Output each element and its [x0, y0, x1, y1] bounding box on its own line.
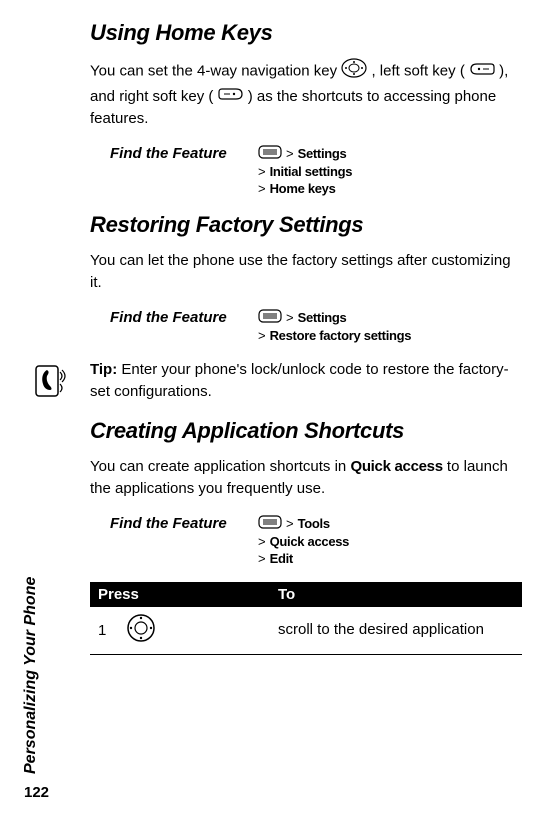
path-item: Quick access: [270, 534, 350, 549]
path-item: Restore factory settings: [270, 328, 412, 343]
path-item: Initial settings: [270, 164, 353, 179]
paragraph: You can create application shortcuts in …: [90, 456, 522, 501]
menu-key-icon: [258, 309, 282, 326]
gt-symbol: >: [258, 181, 266, 196]
path-item: Settings: [298, 146, 347, 161]
find-feature-label: Find the Feature: [90, 145, 240, 162]
paragraph: You can let the phone use the factory se…: [90, 250, 522, 295]
vibrate-icon: [30, 362, 68, 405]
left-softkey-icon: [469, 61, 495, 84]
heading-restoring-factory: Restoring Factory Settings: [90, 212, 522, 238]
find-feature-row: Find the Feature > Settings > Initial se…: [90, 145, 522, 198]
nav-key-icon: [341, 58, 367, 86]
text: You can create application shortcuts in: [90, 458, 350, 475]
text: You can set the 4-way navigation key: [90, 63, 341, 80]
paragraph: You can set the 4-way navigation key , l…: [90, 58, 522, 131]
text: , left soft key (: [371, 63, 469, 80]
table-row: 1 scroll to the desired application: [90, 607, 522, 655]
th-to: To: [278, 586, 514, 603]
menu-key-icon: [258, 145, 282, 162]
feature-path: > Settings > Restore factory settings: [258, 309, 522, 345]
text-quick-access: Quick access: [350, 458, 442, 475]
heading-creating-shortcuts: Creating Application Shortcuts: [90, 418, 522, 444]
tip-text: Enter your phone's lock/unlock code to r…: [90, 361, 509, 401]
feature-path: > Settings > Initial settings > Home key…: [258, 145, 522, 198]
step-press-icon: [126, 613, 278, 648]
tip-paragraph: Tip: Enter your phone's lock/unlock code…: [90, 359, 522, 404]
gt-symbol: >: [258, 534, 266, 549]
step-description: scroll to the desired application: [278, 620, 514, 640]
page-number: 122: [24, 784, 49, 801]
step-number: 1: [98, 622, 126, 639]
gt-symbol: >: [258, 551, 266, 566]
right-softkey-icon: [218, 86, 244, 109]
find-feature-row: Find the Feature > Tools > Quick access …: [90, 515, 522, 568]
sidebar-section-title: Personalizing Your Phone: [22, 577, 40, 774]
nav-key-icon: [126, 613, 156, 643]
gt-symbol: >: [286, 146, 294, 161]
heading-using-home-keys: Using Home Keys: [90, 20, 522, 46]
gt-symbol: >: [286, 310, 294, 325]
find-feature-row: Find the Feature > Settings > Restore fa…: [90, 309, 522, 345]
find-feature-label: Find the Feature: [90, 309, 240, 326]
tip-label: Tip:: [90, 361, 117, 378]
th-press: Press: [98, 586, 278, 603]
table-header: Press To: [90, 582, 522, 607]
path-item: Edit: [270, 551, 293, 566]
gt-symbol: >: [258, 328, 266, 343]
feature-path: > Tools > Quick access > Edit: [258, 515, 522, 568]
path-item: Home keys: [270, 181, 336, 196]
steps-table: Press To 1 scroll to the desired applica…: [90, 582, 522, 655]
menu-key-icon: [258, 515, 282, 532]
gt-symbol: >: [286, 516, 294, 531]
find-feature-label: Find the Feature: [90, 515, 240, 532]
path-item: Settings: [298, 310, 347, 325]
gt-symbol: >: [258, 164, 266, 179]
path-item: Tools: [298, 516, 330, 531]
